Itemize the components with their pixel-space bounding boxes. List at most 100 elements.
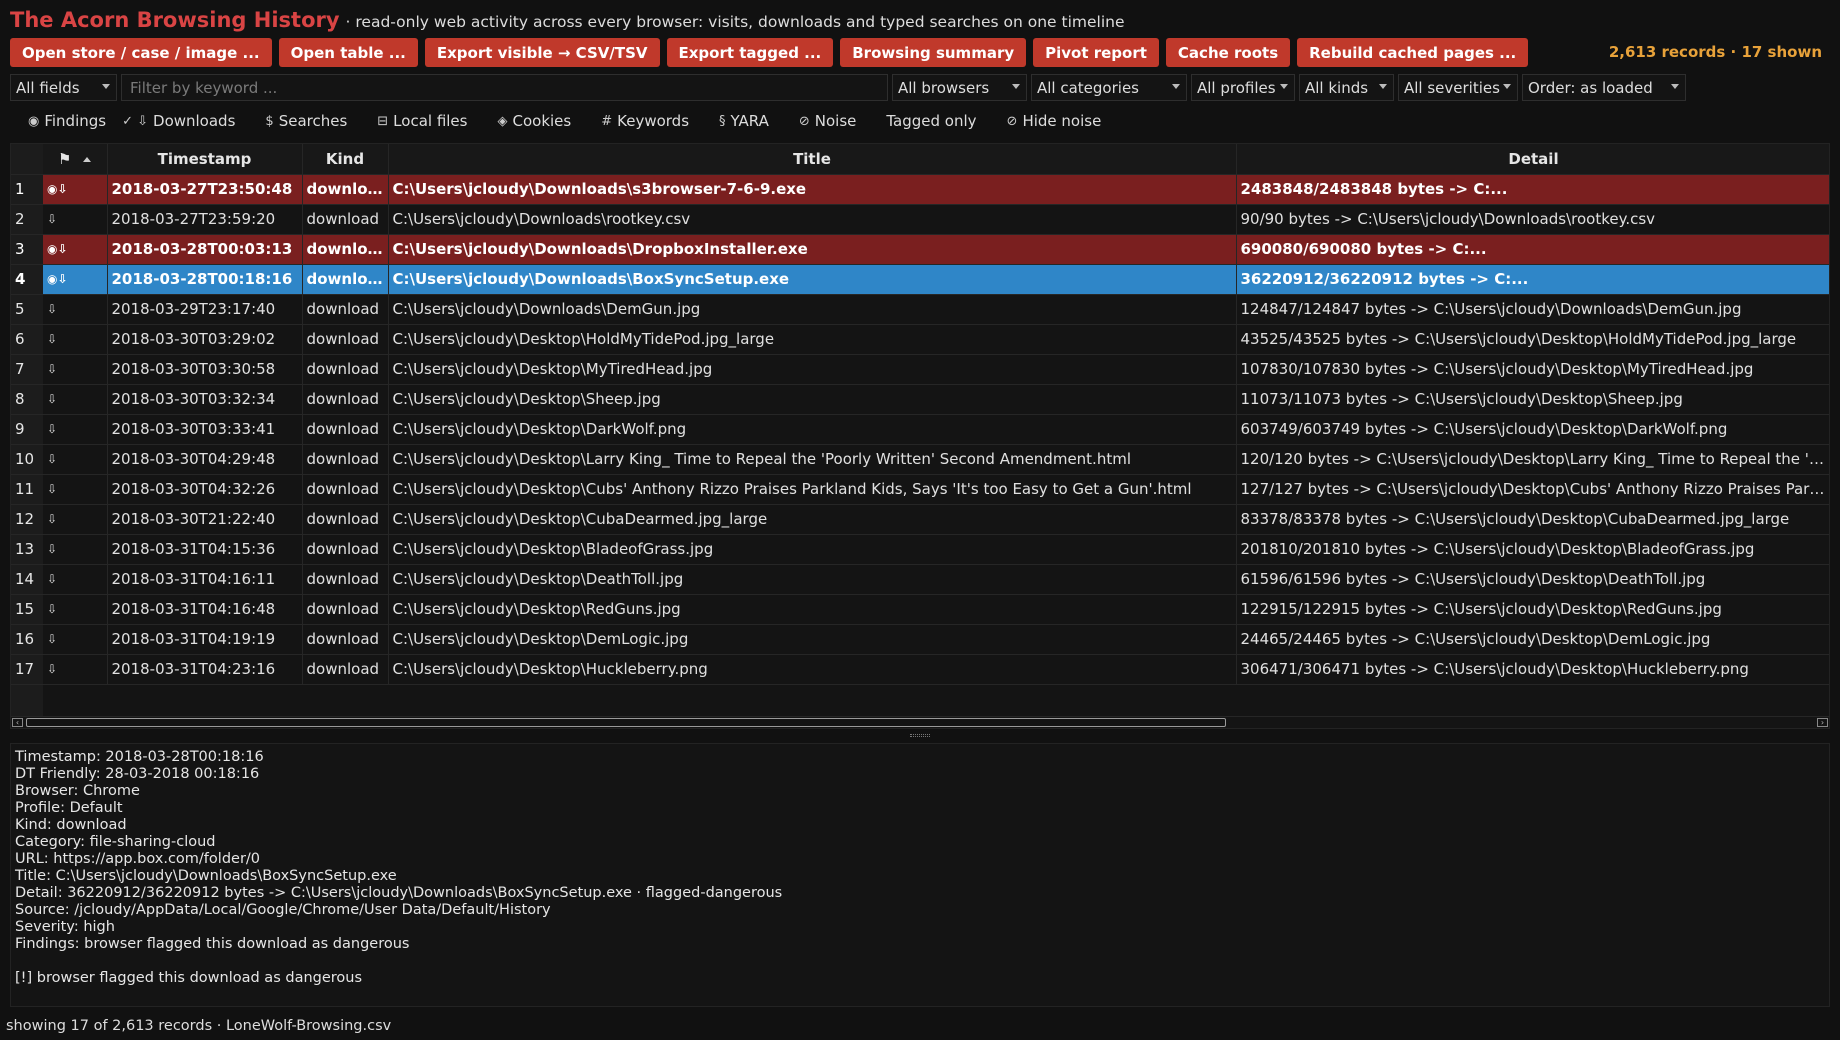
row-flag-icons: ⇩ [43, 594, 108, 625]
row-kind: download [302, 414, 389, 445]
keyword-filter-input[interactable] [121, 74, 888, 101]
row-title: C:\Users\jcloudy\Desktop\DemLogic.jpg [388, 624, 1237, 655]
browsers-select[interactable]: All browsers [892, 74, 1027, 101]
pivot-report-button[interactable]: Pivot report [1033, 38, 1159, 67]
table-row[interactable]: 6 ⇩ 2018-03-30T03:29:02 download C:\Users\jc… [11, 324, 1829, 355]
toggle-findings[interactable]: ◉ Findings [28, 108, 112, 134]
detail-line: URL: https://app.box.com/folder/0 [15, 851, 261, 867]
download-check-icon: ✓ ⇩ [122, 113, 149, 129]
row-flag-icons: ⇩ [43, 204, 108, 235]
row-title: C:\Users\jcloudy\Downloads\DemGun.jpg [388, 294, 1237, 325]
profiles-select[interactable]: All profiles [1191, 74, 1295, 101]
row-number: 7 [11, 354, 43, 385]
scrollbar-thumb[interactable] [26, 718, 1226, 727]
table-row[interactable]: 2 ⇩ 2018-03-27T23:59:20 download C:\Users\jc… [11, 204, 1829, 235]
table-row[interactable]: 12 ⇩ 2018-03-30T21:22:40 download C:\Users\j… [11, 504, 1829, 535]
row-detail: 11073/11073 bytes -> C:\Users\jcloudy\De… [1236, 384, 1829, 415]
browsing-summary-button[interactable]: Browsing summary [840, 38, 1027, 67]
chevron-down-icon [1379, 84, 1387, 89]
detail-pane: Timestamp: 2018-03-28T00:18:16 DT Friendl… [10, 743, 1830, 1007]
table-row[interactable]: 9 ⇩ 2018-03-30T03:33:41 download C:\Users\jc… [11, 414, 1829, 445]
column-header-detail[interactable]: Detail [1236, 144, 1829, 175]
scroll-right-icon[interactable]: › [1817, 718, 1828, 727]
categories-select[interactable]: All categories [1031, 74, 1187, 101]
scroll-left-icon[interactable]: ‹ [12, 718, 23, 727]
cache-roots-button[interactable]: Cache roots [1165, 38, 1291, 67]
table-row[interactable]: 1 ◉⇩ 2018-03-27T23:50:48 download C:\Users\j… [11, 174, 1829, 205]
toggle-noise-label: Noise [814, 112, 857, 130]
toggle-keywords[interactable]: # Keywords [601, 108, 695, 134]
table-row[interactable]: 10 ⇩ 2018-03-30T04:29:48 download C:\Users\j… [11, 444, 1829, 475]
table-row[interactable]: 17 ⇩ 2018-03-31T04:23:16 download C:\Users\j… [11, 654, 1829, 685]
row-number: 15 [11, 594, 43, 625]
table-row[interactable]: 11 ⇩ 2018-03-30T04:32:26 download C:\Users\j… [11, 474, 1829, 505]
export-visible-button[interactable]: Export visible → CSV/TSV [424, 38, 660, 67]
table-row[interactable]: 4 ◉⇩ 2018-03-28T00:18:16 download C:\Users\j… [11, 264, 1829, 295]
row-flag-icons: ⇩ [43, 624, 108, 655]
row-detail: 107830/107830 bytes -> C:\Users\jcloudy\… [1236, 354, 1829, 385]
toggle-cookies[interactable]: ◈ Cookies [497, 108, 577, 134]
findings-icon: ◉ [28, 113, 40, 129]
table-row[interactable]: 13 ⇩ 2018-03-31T04:15:36 download C:\Users\j… [11, 534, 1829, 565]
row-flag-icons: ⇩ [43, 654, 108, 685]
row-timestamp: 2018-03-30T03:30:58 [107, 354, 303, 385]
toggle-local-files-label: Local files [393, 112, 468, 130]
export-tagged-button[interactable]: Export tagged ... [666, 38, 834, 67]
column-header-timestamp[interactable]: Timestamp [107, 144, 303, 175]
chevron-down-icon [1012, 84, 1020, 89]
open-table-button[interactable]: Open table ... [278, 38, 418, 67]
row-flag-icons: ⇩ [43, 414, 108, 445]
records-table: ⚑ Timestamp Kind Title Detail 1 ◉⇩ 2018-03… [10, 143, 1830, 729]
table-header-row: ⚑ Timestamp Kind Title Detail [11, 144, 1829, 175]
detail-line: Browser: Chrome [15, 783, 140, 799]
row-timestamp: 2018-03-30T21:22:40 [107, 504, 303, 535]
row-flag-icons: ⇩ [43, 354, 108, 385]
column-header-title[interactable]: Title [388, 144, 1237, 175]
toggle-yara[interactable]: § YARA [719, 108, 775, 134]
table-row[interactable]: 3 ◉⇩ 2018-03-28T00:03:13 download C:\Users\j… [11, 234, 1829, 265]
toggle-noise[interactable]: ⊘ Noise [799, 108, 863, 134]
toggle-hide-noise[interactable]: ⊘ Hide noise [1007, 108, 1108, 134]
records-grid: ⚑ Timestamp Kind Title Detail 1 ◉⇩ 2018-03… [11, 144, 1829, 685]
column-header-kind[interactable]: Kind [302, 144, 389, 175]
table-row[interactable]: 5 ⇩ 2018-03-29T23:17:40 download C:\Users\jc… [11, 294, 1829, 325]
row-flag-icons: ◉⇩ [43, 234, 108, 265]
row-number: 14 [11, 564, 43, 595]
horizontal-scrollbar[interactable]: ‹ › [11, 716, 1829, 728]
toggle-searches[interactable]: $ Searches [265, 108, 353, 134]
table-row[interactable]: 15 ⇩ 2018-03-31T04:16:48 download C:\Users\j… [11, 594, 1829, 625]
order-select[interactable]: Order: as loaded [1522, 74, 1686, 101]
pane-splitter[interactable] [10, 731, 1830, 741]
row-number: 3 [11, 234, 43, 265]
row-detail: 24465/24465 bytes -> C:\Users\jcloudy\De… [1236, 624, 1829, 655]
toggle-tagged-only[interactable]: Tagged only [886, 108, 982, 134]
column-header-flag[interactable]: ⚑ [43, 144, 108, 175]
row-title: C:\Users\jcloudy\Desktop\RedGuns.jpg [388, 594, 1237, 625]
fields-select[interactable]: All fields [10, 74, 117, 101]
rebuild-cached-pages-button[interactable]: Rebuild cached pages ... [1297, 38, 1529, 67]
kinds-select[interactable]: All kinds [1299, 74, 1394, 101]
row-detail: 306471/306471 bytes -> C:\Users\jcloudy\… [1236, 654, 1829, 685]
row-kind: download [302, 624, 389, 655]
table-row[interactable]: 16 ⇩ 2018-03-31T04:19:19 download C:\Users\j… [11, 624, 1829, 655]
row-kind: download [302, 264, 389, 295]
row-number-header [11, 144, 43, 175]
row-kind: download [302, 564, 389, 595]
table-row[interactable]: 8 ⇩ 2018-03-30T03:32:34 download C:\Users\jc… [11, 384, 1829, 415]
splitter-grip-icon[interactable] [910, 734, 930, 737]
row-timestamp: 2018-03-30T03:29:02 [107, 324, 303, 355]
row-kind: download [302, 234, 389, 265]
row-title: C:\Users\jcloudy\Desktop\Larry King_ Tim… [388, 444, 1237, 475]
table-row[interactable]: 14 ⇩ 2018-03-31T04:16:11 download C:\Users\j… [11, 564, 1829, 595]
row-flag-icons: ⇩ [43, 534, 108, 565]
open-store-button[interactable]: Open store / case / image ... [10, 38, 272, 67]
row-number: 13 [11, 534, 43, 565]
severities-select[interactable]: All severities [1398, 74, 1518, 101]
table-row[interactable]: 7 ⇩ 2018-03-30T03:30:58 download C:\Users\jc… [11, 354, 1829, 385]
row-detail: 36220912/36220912 bytes -> C:... [1236, 264, 1829, 295]
toggle-downloads[interactable]: ✓ ⇩ Downloads [122, 108, 241, 134]
chevron-down-icon [102, 84, 110, 89]
toggle-local-files[interactable]: ⊟ Local files [377, 108, 473, 134]
row-flag-icons: ◉⇩ [43, 264, 108, 295]
order-select-value: Order: as loaded [1528, 78, 1653, 97]
